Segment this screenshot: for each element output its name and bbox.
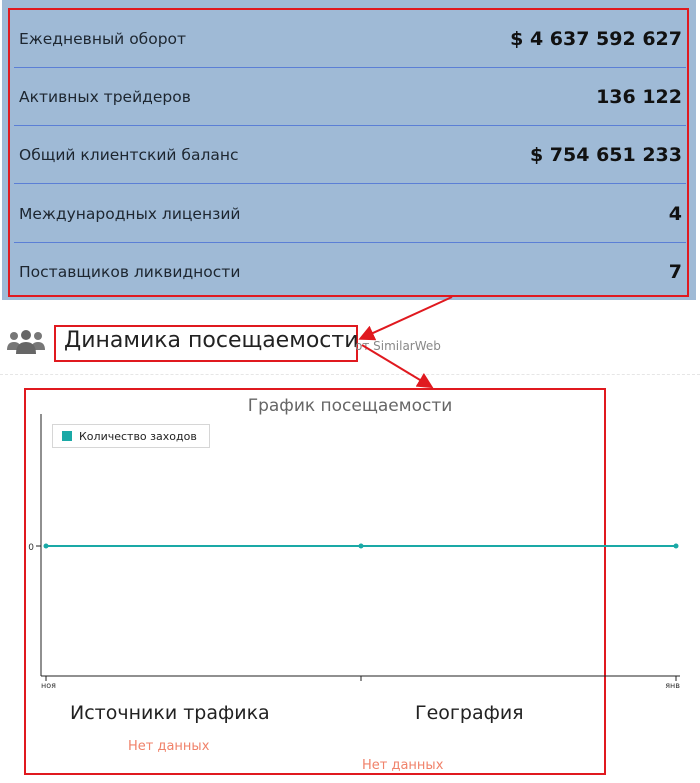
geography-title: География: [415, 702, 524, 724]
x-tick-label: ноя: [41, 681, 56, 690]
attendance-chart: 0 ноя янв: [28, 414, 680, 690]
data-point: [673, 543, 679, 549]
traffic-sources-title: Источники трафика: [70, 702, 270, 724]
y-tick-label: 0: [28, 543, 34, 553]
geography-no-data: Нет данных: [362, 758, 444, 773]
data-point: [43, 543, 49, 549]
data-point: [358, 543, 364, 549]
x-tick-label: янв: [665, 681, 680, 690]
traffic-no-data: Нет данных: [128, 739, 210, 754]
